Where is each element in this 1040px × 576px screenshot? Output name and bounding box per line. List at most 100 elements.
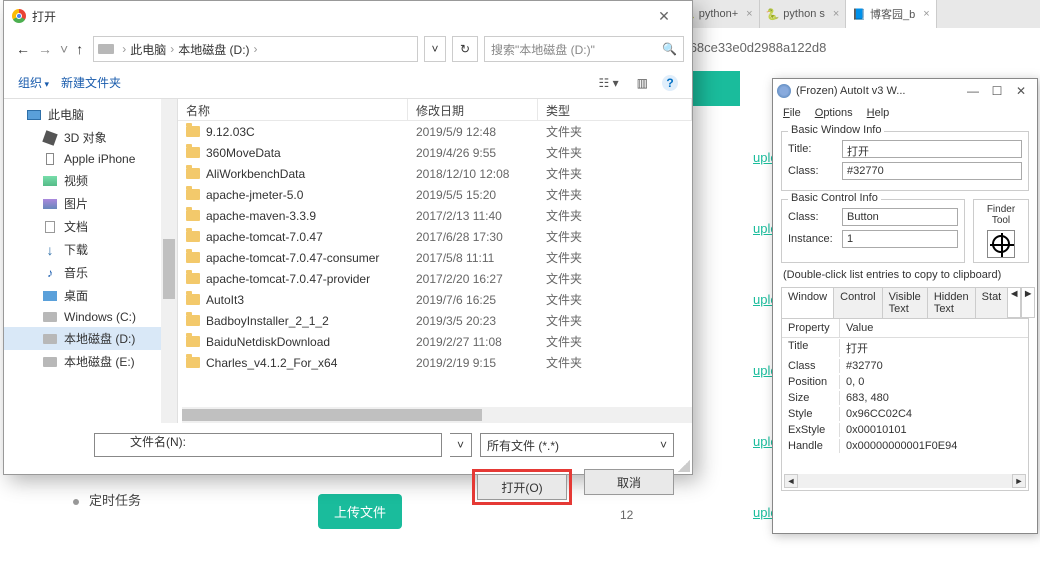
open-button[interactable]: 打开(O) xyxy=(477,474,567,500)
props-hscrollbar[interactable]: ◄► xyxy=(784,474,1026,488)
column-headers[interactable]: 名称 修改日期 类型 xyxy=(178,99,692,121)
tree-item[interactable]: ♪音乐 xyxy=(4,261,177,284)
tree-item[interactable]: 文档 xyxy=(4,215,177,238)
dialog-toolbar: 组织 新建文件夹 ☷ ▾ ▥ ? xyxy=(4,67,692,99)
finder-crosshair-icon[interactable] xyxy=(987,230,1015,258)
ctrl-class-field[interactable]: Button xyxy=(842,208,958,226)
tree-item[interactable]: 视频 xyxy=(4,169,177,192)
hint-text: (Double-click list entries to copy to cl… xyxy=(783,269,1027,281)
nav-bar: ← → ˅ ↑ › 此电脑 › 本地磁盘 (D:) › ˅ ↻ 搜索"本地磁盘 … xyxy=(4,31,692,67)
resize-grip[interactable] xyxy=(678,460,690,472)
close-icon[interactable]: ✕ xyxy=(644,8,684,25)
cancel-button[interactable]: 取消 xyxy=(584,469,674,495)
tab-scroll-right[interactable]: ► xyxy=(1021,287,1035,318)
win-class-field[interactable]: #32770 xyxy=(842,162,1022,180)
3d-icon xyxy=(42,131,58,145)
tree-item[interactable]: 3D 对象 xyxy=(4,126,177,149)
property-row[interactable]: ExStyle0x00010101 xyxy=(782,422,1028,438)
hdd-icon xyxy=(42,310,58,324)
menu-help[interactable]: Help xyxy=(867,107,890,119)
basic-window-info: Basic Window Info Title:打开 Class:#32770 xyxy=(781,131,1029,191)
tree-item[interactable]: ↓下载 xyxy=(4,238,177,261)
property-row[interactable]: Position0, 0 xyxy=(782,374,1028,390)
search-icon: 🔍 xyxy=(662,42,677,56)
folder-icon xyxy=(186,126,200,137)
property-row[interactable]: Handle0x00000000001F0E94 xyxy=(782,438,1028,454)
file-row[interactable]: AliWorkbenchData2018/12/10 12:08文件夹 xyxy=(178,163,692,184)
new-folder-button[interactable]: 新建文件夹 xyxy=(61,74,121,91)
close-tab-icon[interactable]: × xyxy=(923,8,929,20)
folder-icon xyxy=(186,294,200,305)
pc-icon xyxy=(26,108,42,122)
file-row[interactable]: apache-maven-3.3.92017/2/13 11:40文件夹 xyxy=(178,205,692,226)
close-tab-icon[interactable]: × xyxy=(746,8,752,20)
file-row[interactable]: apache-jmeter-5.02019/5/5 15:20文件夹 xyxy=(178,184,692,205)
browser-tabs: 🐍python+×🐍python s×📘博客园_b× xyxy=(675,0,1040,28)
property-row[interactable]: Style0x96CC02C4 xyxy=(782,406,1028,422)
recent-icon[interactable]: ˅ xyxy=(60,41,68,57)
menu-options[interactable]: Options xyxy=(815,107,853,119)
file-row[interactable]: 9.12.03C2019/5/9 12:48文件夹 xyxy=(178,121,692,142)
dialog-titlebar: 打开 ✕ xyxy=(4,1,692,31)
tab-control[interactable]: Control xyxy=(833,287,882,318)
maximize-icon[interactable]: ☐ xyxy=(985,84,1009,98)
ctrl-instance-field[interactable]: 1 xyxy=(842,230,958,248)
property-row[interactable]: Title打开 xyxy=(782,338,1028,358)
tab-stat[interactable]: Stat xyxy=(975,287,1009,318)
desk-icon xyxy=(42,289,58,303)
tab-visible-text[interactable]: Visible Text xyxy=(882,287,928,318)
folder-icon xyxy=(186,315,200,326)
tab-scroll-left[interactable]: ◄ xyxy=(1007,287,1021,318)
browser-tab[interactable]: 🐍python s× xyxy=(760,0,847,28)
tree-item[interactable]: 本地磁盘 (E:) xyxy=(4,350,177,373)
file-row[interactable]: Charles_v4.1.2_For_x642019/2/19 9:15文件夹 xyxy=(178,352,692,373)
file-row[interactable]: apache-tomcat-7.0.47-provider2017/2/20 1… xyxy=(178,268,692,289)
search-input[interactable]: 搜索"本地磁盘 (D:)" 🔍 xyxy=(484,36,684,62)
win-title-field[interactable]: 打开 xyxy=(842,140,1022,158)
img-icon xyxy=(42,197,58,211)
minimize-icon[interactable]: — xyxy=(961,84,985,98)
up-icon[interactable]: ↑ xyxy=(76,41,83,57)
autoit-icon xyxy=(777,84,791,98)
file-row[interactable]: apache-tomcat-7.0.47-consumer2017/5/8 11… xyxy=(178,247,692,268)
menu-file[interactable]: File xyxy=(783,107,801,119)
tree-item[interactable]: 桌面 xyxy=(4,284,177,307)
close-tab-icon[interactable]: × xyxy=(833,8,839,20)
property-list: PropertyValue Title打开Class#32770Position… xyxy=(781,319,1029,491)
file-list: 名称 修改日期 类型 9.12.03C2019/5/9 12:48文件夹360M… xyxy=(178,99,692,423)
property-row[interactable]: Class#32770 xyxy=(782,358,1028,374)
file-row[interactable]: 360MoveData2019/4/26 9:55文件夹 xyxy=(178,142,692,163)
filename-label: 文件名(N): xyxy=(130,433,186,450)
tab-window[interactable]: Window xyxy=(781,287,834,318)
tree-item[interactable]: 本地磁盘 (D:) xyxy=(4,327,177,350)
browser-tab[interactable]: 📘博客园_b× xyxy=(846,0,936,28)
preview-button[interactable]: ▥ xyxy=(633,74,652,92)
tab-hidden-text[interactable]: Hidden Text xyxy=(927,287,976,318)
back-icon[interactable]: ← xyxy=(16,41,30,57)
filename-dropdown[interactable]: ˅ xyxy=(450,433,472,457)
drive-icon xyxy=(98,44,114,54)
tree-scrollbar[interactable] xyxy=(161,99,177,423)
file-hscrollbar[interactable] xyxy=(182,407,692,423)
folder-icon xyxy=(186,357,200,368)
breadcrumb[interactable]: › 此电脑 › 本地磁盘 (D:) › xyxy=(93,36,418,62)
tree-item[interactable]: 此电脑 xyxy=(4,103,177,126)
open-button-highlight: 打开(O) xyxy=(472,469,572,505)
file-type-filter[interactable]: 所有文件 (*.*)˅ xyxy=(480,433,674,457)
tree-item[interactable]: Windows (C:) xyxy=(4,307,177,327)
organize-button[interactable]: 组织 xyxy=(18,74,49,91)
file-row[interactable]: BaiduNetdiskDownload2019/2/27 11:08文件夹 xyxy=(178,331,692,352)
file-row[interactable]: AutoIt32019/7/6 16:25文件夹 xyxy=(178,289,692,310)
tree-item[interactable]: Apple iPhone xyxy=(4,149,177,169)
tab-icon: 🐍 xyxy=(766,8,780,21)
refresh-icon[interactable]: ↻ xyxy=(452,36,478,62)
hdd-icon xyxy=(42,332,58,346)
help-icon[interactable]: ? xyxy=(662,75,678,91)
view-button[interactable]: ☷ ▾ xyxy=(595,74,623,92)
breadcrumb-dropdown[interactable]: ˅ xyxy=(424,36,446,62)
file-row[interactable]: apache-tomcat-7.0.472017/6/28 17:30文件夹 xyxy=(178,226,692,247)
file-row[interactable]: BadboyInstaller_2_1_22019/3/5 20:23文件夹 xyxy=(178,310,692,331)
tree-item[interactable]: 图片 xyxy=(4,192,177,215)
close-icon[interactable]: ✕ xyxy=(1009,84,1033,98)
property-row[interactable]: Size683, 480 xyxy=(782,390,1028,406)
